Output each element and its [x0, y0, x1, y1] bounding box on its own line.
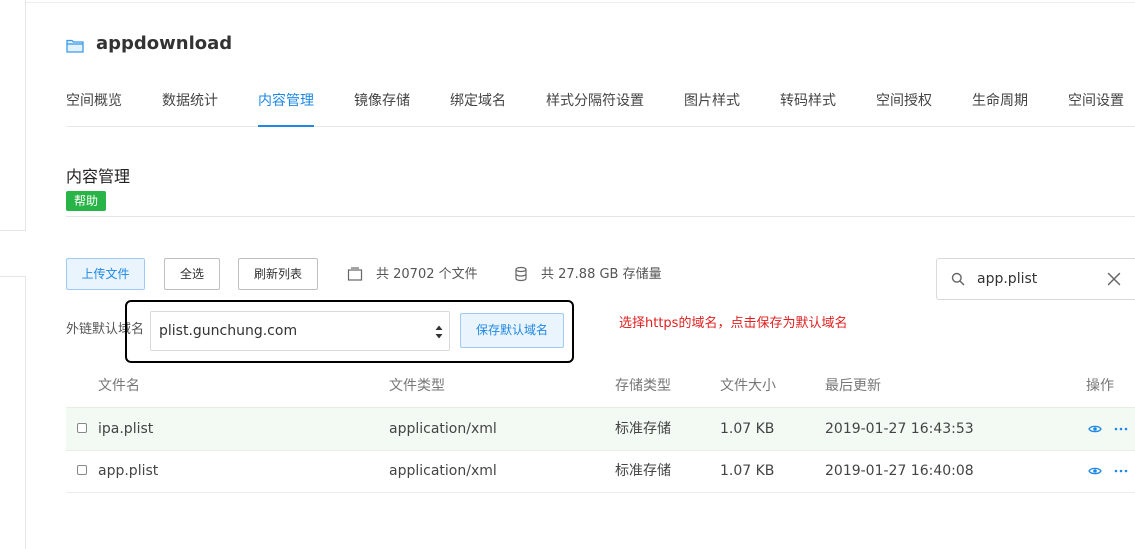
annotation-note: 选择https的域名，点击保存为默认域名 [619, 316, 848, 331]
section-title: 内容管理 [66, 167, 131, 186]
tab-overview[interactable]: 空间概览 [66, 76, 122, 126]
storage-icon [514, 266, 530, 282]
rail-divider [0, 230, 26, 231]
tab-bind-domain[interactable]: 绑定域名 [450, 76, 506, 126]
section-divider [66, 216, 1135, 217]
table-row[interactable]: ipa.plist application/xml 标准存储 1.07 KB 2… [66, 407, 1135, 451]
default-domain-value: plist.gunchung.com [159, 323, 298, 339]
tab-lifecycle[interactable]: 生命周期 [972, 76, 1028, 126]
tab-transcode-style[interactable]: 转码样式 [780, 76, 836, 126]
tab-statistics[interactable]: 数据统计 [162, 76, 218, 126]
tab-image-style[interactable]: 图片样式 [684, 76, 740, 126]
last-updated: 2019-01-27 16:43:53 [825, 421, 974, 437]
file-type: application/xml [389, 463, 497, 479]
search-icon [951, 272, 965, 286]
select-arrows-icon [435, 324, 443, 340]
column-header-name[interactable]: 文件名 [98, 377, 140, 395]
tab-space-settings[interactable]: 空间设置 [1068, 76, 1124, 126]
file-size: 1.07 KB [720, 421, 775, 437]
search-input[interactable] [977, 269, 1097, 289]
save-default-domain-button[interactable]: 保存默认域名 [460, 313, 564, 348]
column-header-actions: 操作 [1086, 378, 1114, 394]
storage-type: 标准存储 [615, 463, 671, 479]
rail-divider [0, 276, 26, 277]
default-domain-label: 外链默认域名 [66, 322, 145, 337]
tab-mirror-storage[interactable]: 镜像存储 [354, 76, 410, 126]
tab-content-management[interactable]: 内容管理 [258, 76, 314, 127]
top-divider [26, 2, 1135, 3]
column-header-storage[interactable]: 存储类型 [615, 377, 671, 395]
refresh-list-button[interactable]: 刷新列表 [238, 258, 318, 290]
eye-icon[interactable] [1088, 422, 1102, 436]
file-size: 1.07 KB [720, 463, 775, 479]
file-name[interactable]: app.plist [98, 462, 158, 480]
row-checkbox[interactable] [77, 423, 87, 433]
storage-type: 标准存储 [615, 421, 671, 437]
last-updated: 2019-01-27 16:40:08 [825, 463, 974, 479]
table-header: 文件名 文件类型 存储类型 文件大小 最后更新 操作 [66, 364, 1135, 408]
column-header-updated[interactable]: 最后更新 [825, 377, 881, 395]
more-icon[interactable] [1113, 422, 1129, 436]
file-count-icon [347, 266, 363, 282]
rail-border [25, 0, 26, 230]
storage-total: 共 27.88 GB 存储量 [541, 267, 662, 282]
more-icon[interactable] [1113, 464, 1129, 478]
close-icon[interactable] [1107, 272, 1121, 286]
bucket-icon [66, 36, 84, 54]
left-rail [0, 0, 26, 549]
help-badge[interactable]: 帮助 [66, 191, 107, 211]
bucket-title: appdownload [96, 33, 233, 54]
row-checkbox[interactable] [77, 465, 87, 475]
eye-icon[interactable] [1088, 464, 1102, 478]
search-box[interactable] [936, 258, 1135, 300]
rail-border [25, 276, 26, 549]
file-count: 共 20702 个文件 [376, 267, 478, 282]
file-type: application/xml [389, 421, 497, 437]
file-name[interactable]: ipa.plist [98, 420, 153, 438]
column-header-size[interactable]: 文件大小 [720, 377, 776, 395]
default-domain-select[interactable]: plist.gunchung.com [150, 311, 450, 351]
upload-file-button[interactable]: 上传文件 [66, 258, 145, 290]
select-all-button[interactable]: 全选 [164, 258, 220, 290]
table-row[interactable]: app.plist application/xml 标准存储 1.07 KB 2… [66, 450, 1135, 493]
tab-space-auth[interactable]: 空间授权 [876, 76, 932, 126]
column-header-type[interactable]: 文件类型 [389, 377, 445, 395]
tab-style-separator[interactable]: 样式分隔符设置 [546, 76, 644, 126]
tab-bar: 空间概览 数据统计 内容管理 镜像存储 绑定域名 样式分隔符设置 图片样式 转码… [66, 76, 1135, 127]
